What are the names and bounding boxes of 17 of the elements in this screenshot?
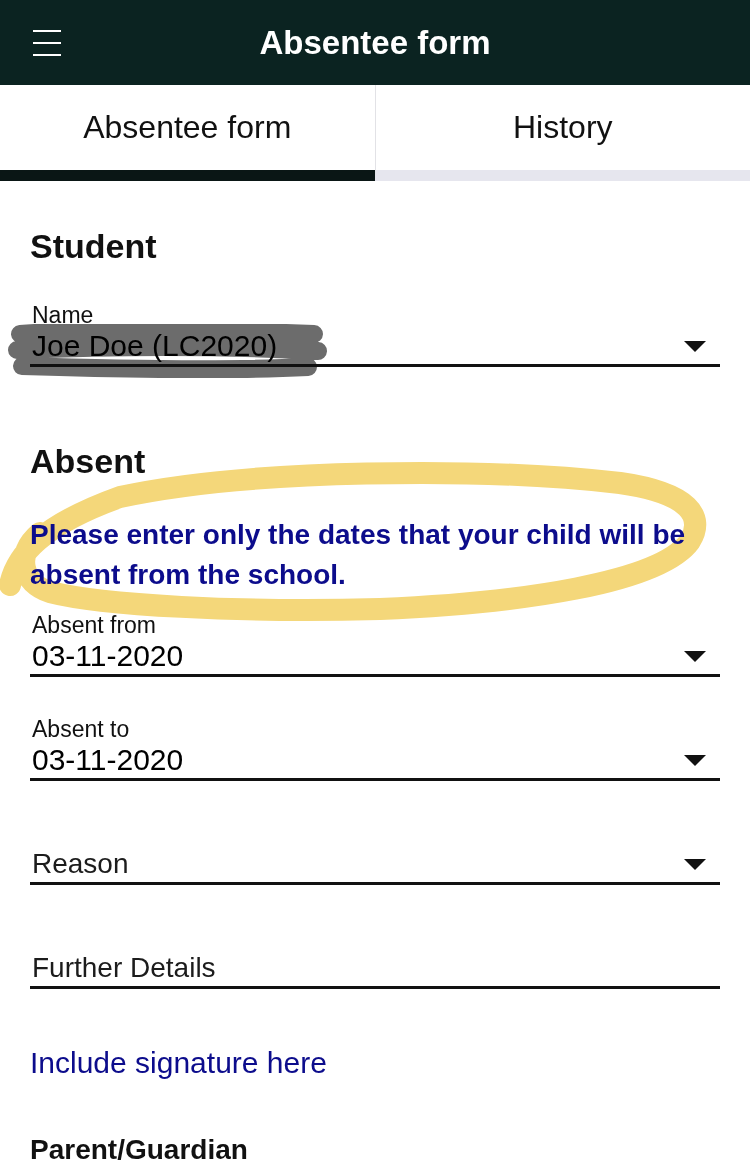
dropdown-field[interactable]: Reason [30,820,720,885]
text-field[interactable]: Further Details [30,924,720,989]
dropdown-field[interactable]: Absent to 03-11-2020 [30,716,720,781]
caret-icon [684,340,706,352]
section-heading: Student [30,226,157,266]
caret-icon [684,650,706,662]
dropdown-field[interactable]: Absent from 03-11-2020 [30,612,720,677]
tab[interactable]: History [374,85,750,181]
dropdown-field[interactable]: Name Joe Doe (LC2020) [30,302,720,367]
instruction-text: Please enter only the dates that your child will be absent from the school. [30,518,687,592]
section-heading: Absent [30,441,146,481]
caret-icon [684,754,706,766]
menu-icon[interactable] [33,29,61,56]
section-heading: Parent/Guardian [30,1133,248,1167]
caret-icon [684,858,706,870]
app-title: Absentee form [258,22,492,63]
signature-link[interactable]: Include signature here [30,1045,327,1081]
